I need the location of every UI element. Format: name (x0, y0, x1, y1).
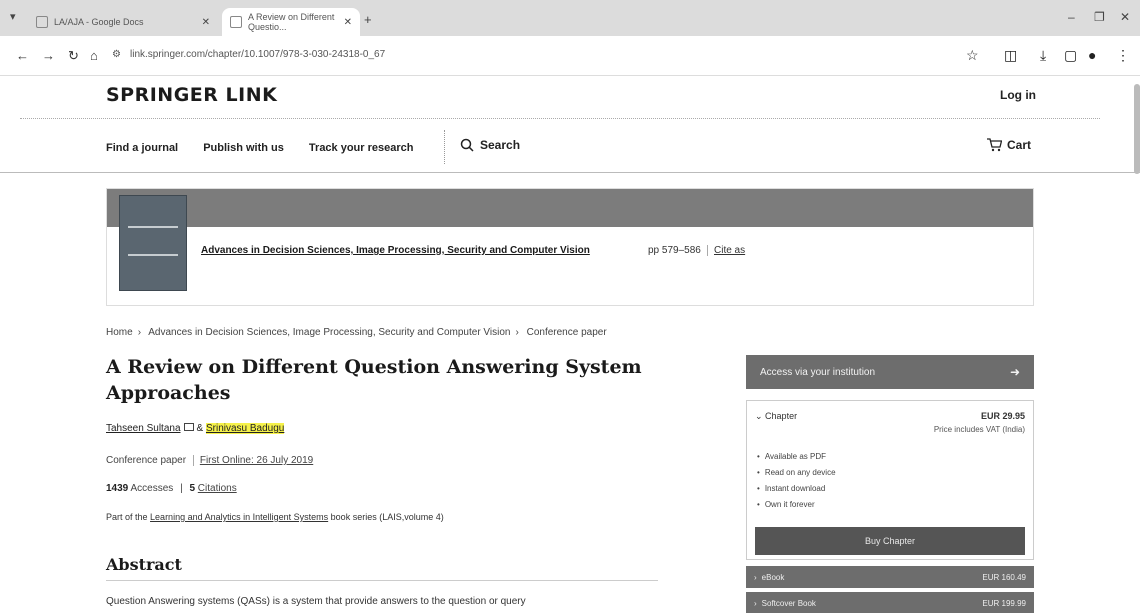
forward-icon[interactable]: → (42, 48, 55, 63)
menu-icon[interactable]: ⋮ (1116, 47, 1130, 64)
content-type: Conference paper (106, 455, 187, 466)
chapter-price: EUR 29.95 (980, 411, 1025, 421)
minimize-icon[interactable]: – (1068, 10, 1075, 24)
cart-icon (987, 138, 1002, 152)
tab-label: A Review on Different Questio... (248, 12, 335, 32)
restore-icon[interactable]: ❐ (1094, 10, 1105, 24)
extension-icon[interactable]: ◫ (1004, 47, 1017, 64)
springer-link-logo[interactable]: SPRINGER LINK (106, 84, 277, 106)
site-info-icon[interactable]: ⚙ (112, 49, 121, 60)
bookmark-star-icon[interactable]: ☆ (966, 47, 979, 64)
page-title: A Review on Different Question Answering… (106, 356, 642, 404)
divider (0, 172, 1140, 173)
back-icon[interactable]: ← (16, 48, 29, 63)
close-icon[interactable]: ✕ (202, 17, 210, 28)
softcover-label: Softcover Book (761, 598, 816, 608)
search-icon (460, 138, 474, 152)
new-tab-icon[interactable]: + (364, 12, 372, 27)
reload-icon[interactable]: ↻ (68, 48, 79, 64)
author-separator: & (196, 423, 204, 434)
tab-search-icon[interactable]: ▾ (10, 10, 16, 23)
ebook-price: EUR 160.49 (982, 572, 1026, 582)
breadcrumb-home[interactable]: Home (106, 327, 133, 338)
breadcrumb: Home › Advances in Decision Sciences, Ima… (106, 327, 607, 338)
chevron-right-icon: › (754, 598, 757, 608)
feature-list: Available as PDF Read on any device Inst… (757, 449, 836, 513)
buy-chapter-button[interactable]: Buy Chapter (755, 527, 1025, 555)
browser-tab-bar: ▾ LA/AJA - Google Docs ✕ A Review on Dif… (0, 0, 1140, 36)
citations-count: 5 (189, 483, 196, 494)
vat-note: Price includes VAT (India) (933, 425, 1025, 434)
tab-label: LA/AJA - Google Docs (54, 17, 144, 27)
citations-link[interactable]: Citations (198, 483, 237, 494)
author-link[interactable]: Tahseen Sultana (106, 423, 181, 434)
email-icon[interactable] (183, 423, 194, 431)
divider (20, 118, 1100, 119)
download-icon[interactable]: ⤓ (1040, 47, 1046, 64)
chevron-right-icon: › (754, 572, 757, 582)
close-icon[interactable]: ✕ (344, 17, 352, 28)
banner-strip (107, 189, 1033, 227)
cite-as-link[interactable]: Cite as (707, 245, 745, 256)
divider (106, 580, 658, 581)
nav-track-research[interactable]: Track your research (309, 142, 414, 154)
login-link[interactable]: Log in (1000, 88, 1036, 102)
abstract-text: Question Answering systems (QASs) is a s… (106, 596, 526, 607)
ebook-label: eBook (761, 572, 785, 582)
book-cover-image[interactable] (119, 195, 187, 291)
browser-tab[interactable]: LA/AJA - Google Docs ✕ (28, 8, 218, 36)
feature-item: Read on any device (757, 465, 836, 481)
author-list: Tahseen Sultana & Srinivasu Badugu (106, 423, 285, 434)
nav-publish[interactable]: Publish with us (203, 142, 284, 154)
softcover-price: EUR 199.99 (982, 598, 1026, 608)
window-close-icon[interactable]: ✕ (1120, 10, 1130, 24)
book-pages: pp 579–586 (648, 245, 701, 256)
docs-favicon-icon (36, 16, 48, 28)
breadcrumb-book[interactable]: Advances in Decision Sciences, Image Pro… (148, 327, 510, 338)
chapter-toggle[interactable]: ⌄ Chapter (755, 411, 797, 422)
purchase-panel: ⌄ Chapter EUR 29.95 Price includes VAT (… (746, 400, 1034, 560)
accesses-label: Accesses (130, 483, 174, 494)
ebook-option[interactable]: › eBook EUR 160.49 (746, 566, 1034, 588)
article-meta: Conference paper First Online: 26 July 2… (106, 455, 314, 466)
arrow-right-icon: ➜ (1009, 365, 1020, 379)
home-icon[interactable]: ⌂ (90, 48, 98, 63)
feature-item: Instant download (757, 481, 836, 497)
softcover-option[interactable]: › Softcover Book EUR 199.99 (746, 592, 1034, 613)
springer-favicon-icon (230, 16, 242, 28)
browser-tab-active[interactable]: A Review on Different Questio... ✕ (222, 8, 360, 36)
accesses-count: 1439 (106, 483, 129, 494)
author-link[interactable]: Srinivasu Badugu (205, 423, 285, 434)
first-online-link[interactable]: First Online: 26 July 2019 (192, 455, 314, 466)
part-of-suffix: book series (LAIS,volume 4) (330, 512, 444, 522)
main-nav: Find a journal Publish with us Track you… (106, 142, 436, 154)
sidepanel-icon[interactable]: ▢ (1064, 47, 1077, 64)
nav-find-journal[interactable]: Find a journal (106, 142, 178, 154)
address-bar-row: ← → ↻ ⌂ ⚙ link.springer.com/chapter/10.1… (0, 36, 1140, 76)
part-of-prefix: Part of the (106, 512, 148, 522)
feature-item: Own it forever (757, 497, 836, 513)
article-metrics: 1439 Accesses | 5 Citations (106, 483, 237, 494)
scrollbar[interactable] (1134, 84, 1140, 174)
profile-icon[interactable]: ● (1088, 47, 1096, 63)
book-banner: Advances in Decision Sciences, Image Pro… (106, 188, 1034, 306)
series-info: Part of the Learning and Analytics in In… (106, 512, 444, 522)
abstract-heading: Abstract (106, 555, 182, 574)
breadcrumb-current: Conference paper (526, 327, 607, 338)
cart-button[interactable]: Cart (986, 138, 1031, 152)
divider (444, 130, 445, 164)
cart-label: Cart (1007, 138, 1032, 152)
access-via-institution-button[interactable]: Access via your institution ➜ (746, 355, 1034, 389)
search-button[interactable]: Search (460, 138, 520, 152)
access-label: Access via your institution (760, 366, 876, 378)
book-title-link[interactable]: Advances in Decision Sciences, Image Pro… (201, 245, 590, 256)
feature-item: Available as PDF (757, 449, 836, 465)
series-link[interactable]: Learning and Analytics in Intelligent Sy… (150, 512, 328, 522)
search-label: Search (480, 138, 521, 152)
url-field[interactable]: link.springer.com/chapter/10.1007/978-3-… (130, 49, 385, 60)
